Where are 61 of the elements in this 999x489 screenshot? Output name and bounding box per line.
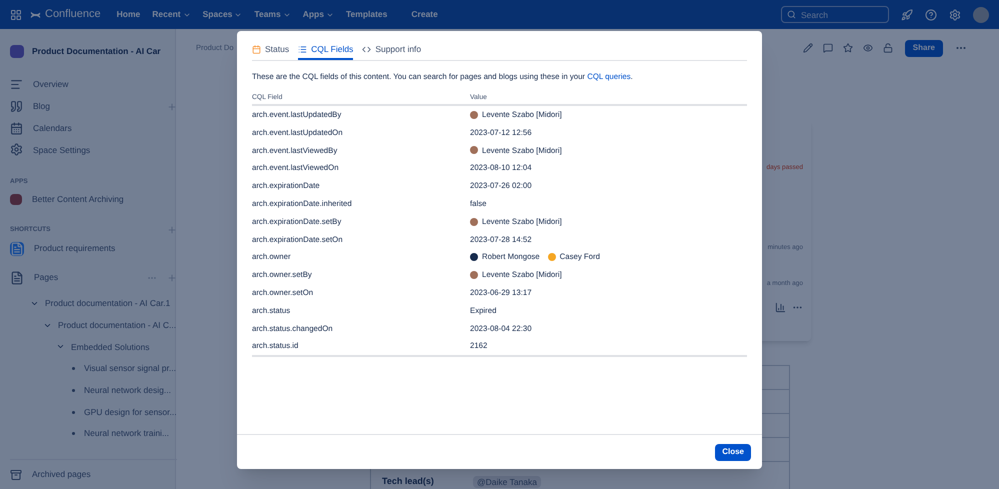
list-icon (298, 44, 308, 54)
eye-icon[interactable] (862, 43, 873, 53)
star-icon[interactable] (842, 43, 853, 53)
create-button[interactable]: Create (411, 8, 438, 21)
bullet-icon (72, 367, 75, 370)
calendar-icon (10, 122, 23, 135)
nav-menu-item[interactable]: Spaces (202, 8, 242, 21)
overview-icon (10, 78, 23, 92)
page-link[interactable]: Product documentation - AI C... (58, 318, 176, 332)
bullet-icon (72, 388, 75, 392)
nav-menu-item[interactable]: Home (116, 8, 140, 21)
page-link[interactable]: GPU design for sensor... (84, 406, 177, 418)
sidebar-link[interactable]: Space Settings (33, 144, 177, 156)
space-logo-icon (10, 45, 24, 58)
product-name[interactable]: Confluence (45, 6, 101, 23)
app-icon (10, 194, 22, 206)
app-switcher-icon[interactable] (10, 8, 22, 20)
quote-icon (10, 100, 23, 114)
calendar-icon (252, 44, 261, 54)
archive-icon (10, 468, 22, 480)
dialog-tab[interactable]: CQL Fields (298, 43, 354, 60)
dialog-tab[interactable]: Status (252, 43, 290, 60)
logo-icon (30, 9, 41, 20)
rocket-icon[interactable] (901, 8, 913, 20)
settings-icon (10, 143, 23, 156)
settings-icon[interactable] (949, 8, 961, 20)
bullet-icon (72, 432, 75, 436)
pages-icon (10, 270, 24, 285)
chart-icon[interactable] (775, 302, 786, 314)
help-icon[interactable] (925, 8, 937, 20)
dialog-tab[interactable]: Support info (362, 43, 422, 60)
search-icon (787, 10, 796, 19)
space-title[interactable]: Product Documentation - AI Car (32, 45, 161, 58)
document-icon (10, 242, 24, 256)
user-mention[interactable]: @Daike Tanaka (473, 476, 541, 488)
sidebar-link[interactable]: Blog (33, 100, 157, 113)
sidebar-link[interactable]: Pages (34, 271, 137, 284)
nav-menu-item[interactable]: Apps (302, 8, 334, 21)
sidebar-link[interactable]: Archived pages (32, 468, 91, 481)
search-field[interactable]: Search (781, 6, 889, 23)
page-link[interactable]: Product documentation - AI Car.1 (45, 297, 170, 310)
nav-menu-item[interactable]: Templates (346, 8, 388, 21)
shortcut-link[interactable]: Product requirements (34, 242, 116, 256)
sidebar-link[interactable]: Overview (33, 78, 177, 92)
comment-icon[interactable] (822, 43, 833, 53)
page-link[interactable]: Visual sensor signal pr... (84, 362, 176, 376)
nav-menu-item[interactable]: Teams (254, 8, 291, 21)
sidebar-link[interactable]: Better Content Archiving (32, 193, 124, 206)
avatar[interactable] (973, 6, 989, 22)
unlock-icon[interactable] (882, 43, 893, 53)
nav-menu-item[interactable]: Recent (152, 8, 191, 21)
share-button[interactable]: Share (904, 40, 943, 56)
sidebar-link[interactable]: Calendars (33, 122, 177, 135)
page-link[interactable]: Neural network desig... (84, 384, 171, 397)
edit-icon[interactable] (802, 43, 813, 53)
table-cell-text: Tech lead(s) (381, 475, 435, 488)
page-link[interactable]: Neural network traini... (84, 427, 170, 440)
page-link[interactable]: Embedded Solutions (71, 340, 150, 354)
code-icon (362, 44, 372, 54)
bullet-icon (72, 410, 75, 414)
close-button[interactable]: Close (715, 444, 751, 460)
